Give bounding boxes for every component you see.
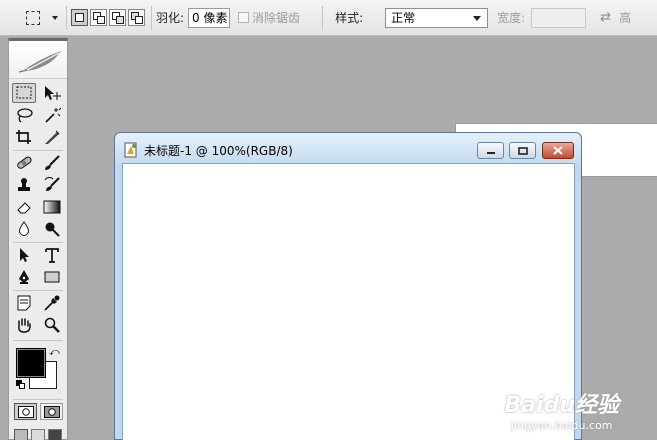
- crop-tool[interactable]: [12, 127, 36, 147]
- divider: [13, 290, 63, 291]
- divider: [13, 242, 63, 243]
- move-tool[interactable]: [40, 83, 64, 103]
- lasso-tool[interactable]: [12, 105, 36, 125]
- hand-icon: [18, 318, 31, 333]
- watermark-brand: Baidu经验: [504, 393, 619, 418]
- style-label: 样式:: [335, 11, 364, 25]
- foreground-color-swatch[interactable]: [17, 349, 45, 377]
- dodge-icon: [45, 222, 60, 237]
- move-arrow-icon: [45, 86, 61, 100]
- pen-nib-icon: [19, 270, 29, 284]
- width-label: 宽度:: [497, 11, 526, 25]
- add-to-selection-button[interactable]: [90, 9, 107, 26]
- slice-knife-icon: [45, 130, 60, 144]
- history-brush-icon: [44, 177, 60, 191]
- bandage-icon: [17, 156, 32, 169]
- type-tool[interactable]: [40, 245, 64, 265]
- swap-colors-icon[interactable]: ⤺: [49, 347, 60, 358]
- rectangular-marquee-tool[interactable]: [12, 83, 36, 103]
- stamp-icon: [18, 178, 30, 191]
- options-bar: 羽化: 0 像素 消除锯齿 样式: 正常 宽度: ⇄ 高: [0, 0, 657, 36]
- feather-logo-icon: [18, 51, 61, 73]
- shape-tool[interactable]: [40, 267, 64, 287]
- lasso-icon: [17, 108, 33, 123]
- gradient-icon: [43, 200, 61, 214]
- healing-brush-tool[interactable]: [12, 153, 36, 173]
- watermark: Baidu经验 jingyan.baidu.com: [504, 387, 619, 432]
- clone-stamp-tool[interactable]: [12, 175, 36, 195]
- height-label: 高: [619, 11, 632, 25]
- eyedropper-icon: [44, 295, 60, 311]
- blur-tool[interactable]: [12, 219, 36, 239]
- quick-mask-mode-button[interactable]: [40, 403, 63, 420]
- magic-wand-tool[interactable]: [40, 105, 64, 125]
- screen-mode-standard-button[interactable]: [14, 429, 28, 440]
- divider: [13, 150, 63, 151]
- toolbox: ⤺: [8, 38, 68, 440]
- antialias-label: 消除锯齿: [252, 11, 301, 25]
- arrow-pointer-icon: [20, 248, 29, 262]
- subtract-from-selection-button[interactable]: [109, 9, 126, 26]
- toolbox-header[interactable]: [9, 41, 67, 79]
- rectangle-shape-icon: [44, 271, 60, 283]
- rect-marquee-icon: [26, 10, 40, 25]
- screen-mode-full-button[interactable]: [48, 429, 62, 440]
- swap-dimensions-icon[interactable]: ⇄: [600, 10, 611, 25]
- maximize-icon: [517, 146, 528, 155]
- watermark-url: jingyan.baidu.com: [510, 419, 613, 432]
- text-t-icon: [45, 248, 59, 263]
- new-selection-button[interactable]: [71, 9, 88, 26]
- quick-mask-icon: [43, 405, 60, 418]
- tool-preset-picker[interactable]: [20, 6, 62, 30]
- width-input[interactable]: [531, 7, 587, 28]
- default-colors-icon[interactable]: [16, 380, 26, 390]
- eyedropper-tool[interactable]: [40, 293, 64, 313]
- maximize-button[interactable]: [509, 142, 536, 159]
- gradient-tool[interactable]: [40, 197, 64, 217]
- feather-input[interactable]: 0 像素: [188, 7, 231, 28]
- crop-icon: [16, 130, 31, 144]
- zoom-tool[interactable]: [40, 315, 64, 335]
- style-select[interactable]: 正常: [385, 7, 489, 28]
- close-icon: [553, 146, 563, 155]
- document-icon: [124, 142, 137, 158]
- document-titlebar[interactable]: 未标题-1 @ 100%(RGB/8): [115, 133, 581, 163]
- magnifier-icon: [44, 317, 60, 333]
- standard-mode-button[interactable]: [14, 403, 37, 420]
- intersect-selection-button[interactable]: [128, 9, 145, 26]
- feather-label: 羽化:: [156, 11, 185, 25]
- standard-mode-icon: [17, 405, 34, 418]
- divider: [13, 399, 63, 400]
- brush-tool[interactable]: [40, 153, 64, 173]
- water-drop-icon: [19, 221, 29, 236]
- history-brush-tool[interactable]: [40, 175, 64, 195]
- screen-mode-menu-button[interactable]: [31, 429, 45, 440]
- magic-wand-icon: [45, 107, 61, 123]
- hand-tool[interactable]: [12, 315, 36, 335]
- pen-tool[interactable]: [12, 267, 36, 287]
- chevron-down-icon: [52, 15, 58, 20]
- divider: [322, 5, 324, 30]
- chevron-down-icon: [473, 15, 482, 21]
- close-button[interactable]: [542, 142, 574, 159]
- dodge-tool[interactable]: [40, 219, 64, 239]
- path-selection-tool[interactable]: [12, 245, 36, 265]
- minimize-icon: [486, 151, 495, 154]
- style-select-value: 正常: [391, 10, 416, 25]
- divider: [66, 5, 67, 30]
- slice-tool[interactable]: [40, 127, 64, 147]
- eraser-icon: [17, 202, 31, 214]
- brush-icon: [45, 155, 60, 170]
- note-icon: [17, 295, 31, 311]
- rect-marquee-icon: [16, 86, 32, 99]
- document-title: 未标题-1 @ 100%(RGB/8): [144, 144, 293, 158]
- eraser-tool[interactable]: [12, 197, 36, 217]
- divider: [13, 340, 63, 341]
- antialias-checkbox[interactable]: [238, 12, 250, 23]
- notes-tool[interactable]: [12, 293, 36, 313]
- minimize-button[interactable]: [477, 142, 504, 159]
- divider: [151, 5, 152, 30]
